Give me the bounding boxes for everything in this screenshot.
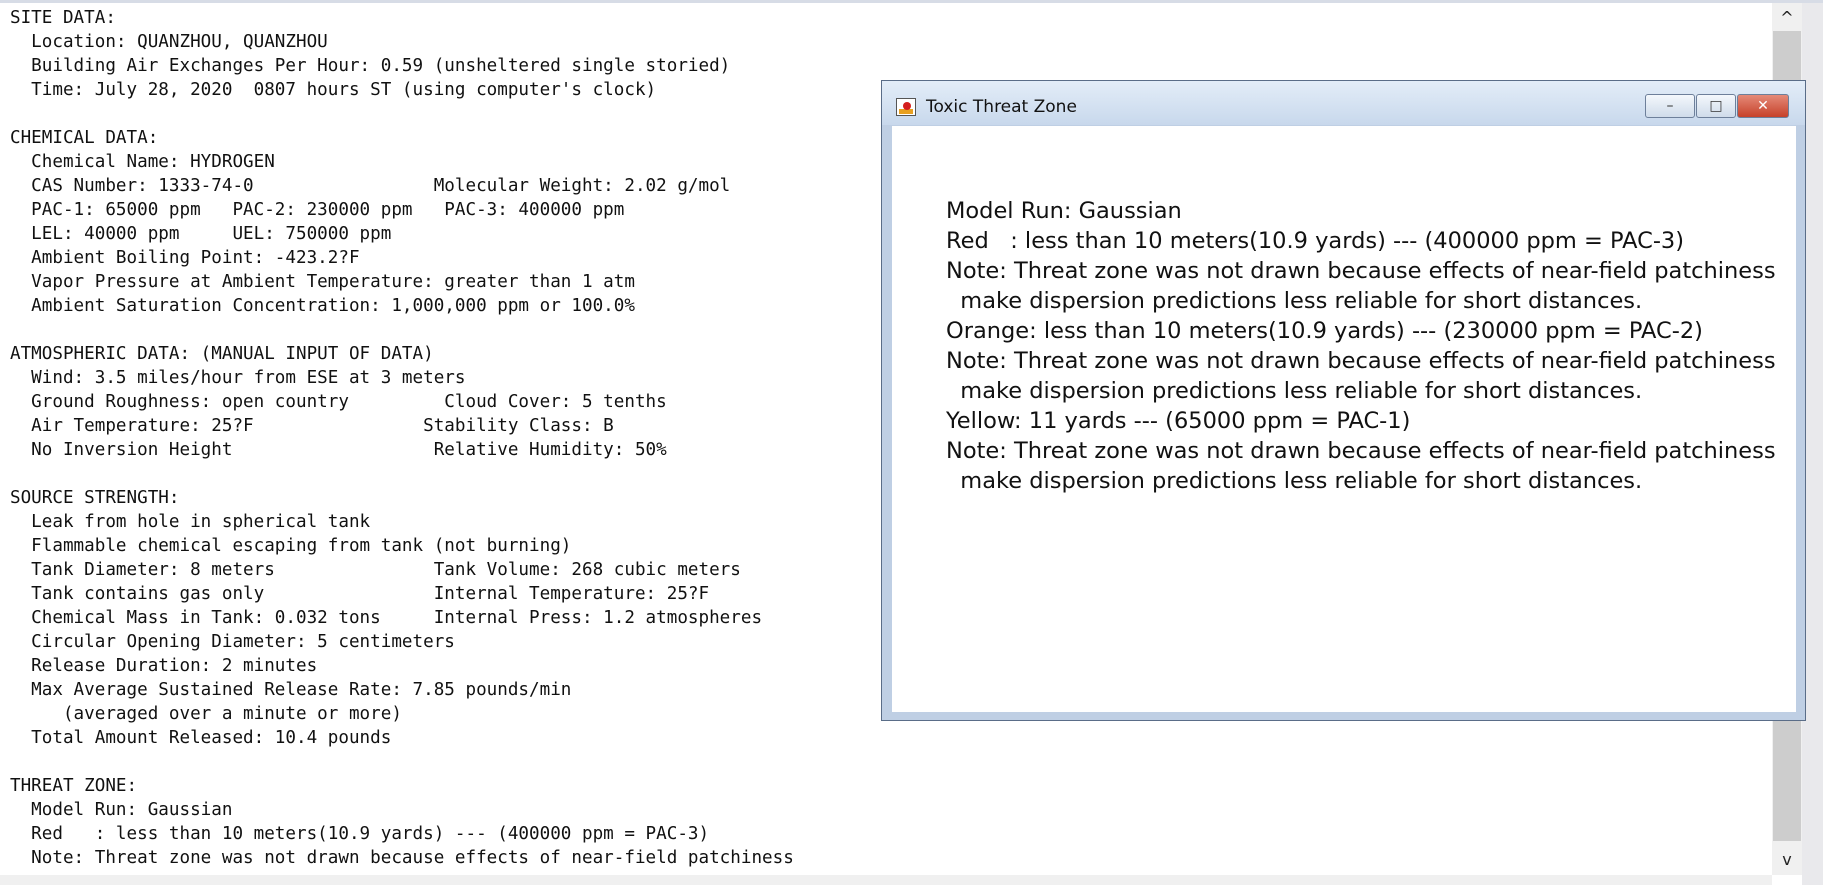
threat-zone-line: Note: Threat zone was not drawn because … bbox=[946, 348, 1776, 374]
threat-zone-line: Note: Threat zone was not drawn because … bbox=[946, 438, 1776, 464]
close-icon: ✕ bbox=[1757, 98, 1769, 114]
report-line: Note: Threat zone was not drawn because … bbox=[10, 848, 794, 868]
threat-zone-line: Yellow: 11 yards --- (65000 ppm = PAC-1) bbox=[946, 408, 1411, 434]
threat-zone-line: Note: Threat zone was not drawn because … bbox=[946, 258, 1776, 284]
maximize-button[interactable]: □ bbox=[1696, 94, 1736, 118]
close-button[interactable]: ✕ bbox=[1737, 94, 1789, 118]
minimize-button[interactable]: – bbox=[1645, 94, 1695, 118]
threat-zone-line: make dispersion predictions less reliabl… bbox=[946, 288, 1643, 314]
window-top-edge bbox=[0, 0, 1823, 3]
toxic-threat-zone-window[interactable]: Toxic Threat Zone – □ ✕ Model Run: Gauss… bbox=[881, 80, 1806, 721]
threat-zone-line: Model Run: Gaussian bbox=[946, 198, 1182, 224]
report-line: THREAT ZONE: bbox=[10, 776, 138, 796]
threat-zone-line: Orange: less than 10 meters(10.9 yards) … bbox=[946, 318, 1703, 344]
report-line: Red : less than 10 meters(10.9 yards) --… bbox=[10, 824, 710, 844]
threat-zone-app-icon bbox=[896, 98, 916, 116]
report-line bbox=[10, 750, 1770, 774]
chevron-down-icon[interactable]: v bbox=[1772, 845, 1802, 875]
report-line: SITE DATA: bbox=[10, 8, 116, 28]
window-titlebar[interactable]: Toxic Threat Zone – □ ✕ bbox=[882, 81, 1805, 125]
minimize-icon: – bbox=[1666, 98, 1674, 114]
threat-zone-line: Red : less than 10 meters(10.9 yards) --… bbox=[946, 228, 1685, 254]
chevron-up-icon[interactable]: ^ bbox=[1772, 3, 1802, 33]
horizontal-scrollbar[interactable] bbox=[0, 875, 1772, 885]
window-client-area: Model Run: Gaussian Red : less than 10 me… bbox=[892, 126, 1796, 712]
window-title: Toxic Threat Zone bbox=[926, 97, 1077, 117]
report-line: Model Run: Gaussian bbox=[10, 800, 233, 820]
threat-zone-line: make dispersion predictions less reliabl… bbox=[946, 378, 1643, 404]
maximize-icon: □ bbox=[1709, 98, 1723, 114]
report-line: Total Amount Released: 10.4 pounds bbox=[10, 728, 392, 748]
threat-zone-line: make dispersion predictions less reliabl… bbox=[946, 468, 1643, 494]
report-line: Location: QUANZHOU, QUANZHOU bbox=[10, 32, 328, 52]
threat-zone-text: Model Run: Gaussian Red : less than 10 me… bbox=[946, 196, 1776, 496]
report-line: Building Air Exchanges Per Hour: 0.59 (u… bbox=[10, 56, 731, 76]
